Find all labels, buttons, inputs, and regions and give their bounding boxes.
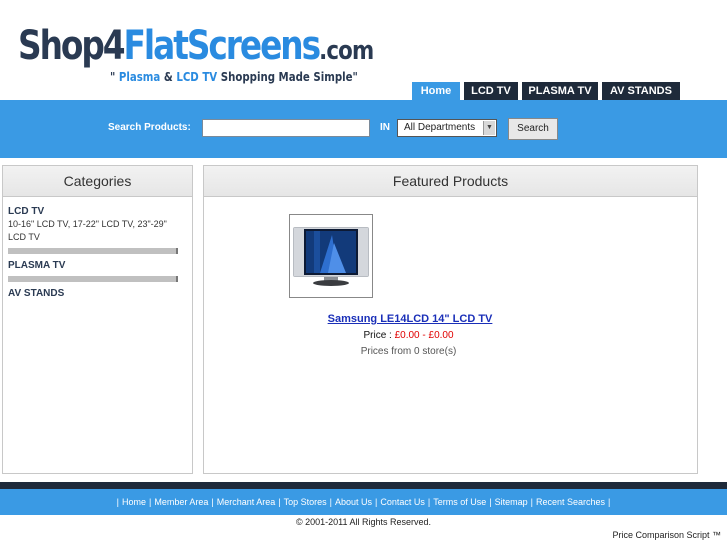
site-logo[interactable]: Shop4FlatScreens.com	[18, 22, 374, 75]
main-nav-tabs: Home LCD TV PLASMA TV AV STANDS	[412, 82, 680, 103]
tagline-quote-close: "	[352, 70, 358, 84]
category-plasma-tv[interactable]: PLASMA TV	[8, 259, 187, 272]
department-select[interactable]: All Departments ▼	[397, 119, 497, 137]
price-label: Price :	[363, 330, 395, 341]
tagline-and: &	[160, 70, 177, 84]
product-price: Price : £0.00 - £0.00	[204, 330, 699, 341]
script-credit: Price Comparison Script ™	[612, 530, 721, 540]
product-image[interactable]	[289, 214, 373, 298]
footer-link-recent-searches[interactable]: Recent Searches	[536, 497, 605, 507]
copyright-text: © 2001-2011 All Rights Reserved.	[295, 517, 432, 527]
site-tagline: " Plasma & LCD TV Shopping Made Simple"	[110, 70, 358, 84]
category-divider	[8, 248, 178, 254]
footer-bar: | Home | Member Area | Merchant Area | Top Stor…	[0, 489, 727, 515]
tagline-lcdtv: LCD TV	[176, 70, 218, 84]
categories-panel: Categories LCD TV 10-16" LCD TV, 17-22" …	[2, 165, 193, 474]
category-av-stands[interactable]: AV STANDS	[8, 287, 187, 300]
footer-link-about-us[interactable]: About Us	[335, 497, 372, 507]
featured-products-panel: Featured Products Samsung LE14LCD 14" LC…	[203, 165, 698, 474]
category-divider	[8, 276, 178, 282]
category-lcd-tv-subcategories[interactable]: 10-16" LCD TV, 17-22" LCD TV, 23"-29" LC…	[8, 218, 187, 244]
footer-link-contact-us[interactable]: Contact Us	[380, 497, 425, 507]
footer-link-sitemap[interactable]: Sitemap	[495, 497, 528, 507]
categories-heading: Categories	[3, 166, 192, 197]
tagline-plasma: Plasma	[118, 70, 161, 84]
logo-part-flatscreens: FlatScreens	[123, 23, 322, 69]
categories-list: LCD TV 10-16" LCD TV, 17-22" LCD TV, 23"…	[3, 197, 192, 300]
product-name-link[interactable]: Samsung LE14LCD 14" LCD TV	[204, 313, 699, 325]
search-button[interactable]: Search	[508, 118, 558, 140]
footer-link-member-area[interactable]: Member Area	[154, 497, 208, 507]
chevron-down-icon[interactable]: ▼	[483, 121, 495, 135]
footer-divider	[0, 482, 727, 489]
search-label: Search Products:	[108, 122, 191, 133]
in-label: IN	[380, 122, 390, 133]
logo-part-shop4: Shop4	[18, 23, 126, 69]
tagline-rest: Shopping Made Simple	[217, 70, 353, 84]
search-bar: Search Products: IN All Departments ▼ Se…	[0, 100, 727, 158]
search-input[interactable]	[202, 119, 370, 137]
category-lcd-tv[interactable]: LCD TV	[8, 205, 187, 218]
footer-links: | Home | Member Area | Merchant Area | Top Stor…	[116, 497, 611, 507]
department-select-value: All Departments	[404, 122, 476, 133]
footer-link-top-stores[interactable]: Top Stores	[284, 497, 327, 507]
footer-link-home[interactable]: Home	[122, 497, 146, 507]
logo-part-domain: .com	[319, 36, 374, 66]
tv-product-icon	[293, 227, 369, 286]
footer-link-terms[interactable]: Terms of Use	[433, 497, 486, 507]
footer-link-merchant-area[interactable]: Merchant Area	[217, 497, 276, 507]
price-value: £0.00 - £0.00	[394, 330, 454, 341]
product-store-count: Prices from 0 store(s)	[360, 346, 457, 357]
featured-heading: Featured Products	[204, 166, 697, 197]
